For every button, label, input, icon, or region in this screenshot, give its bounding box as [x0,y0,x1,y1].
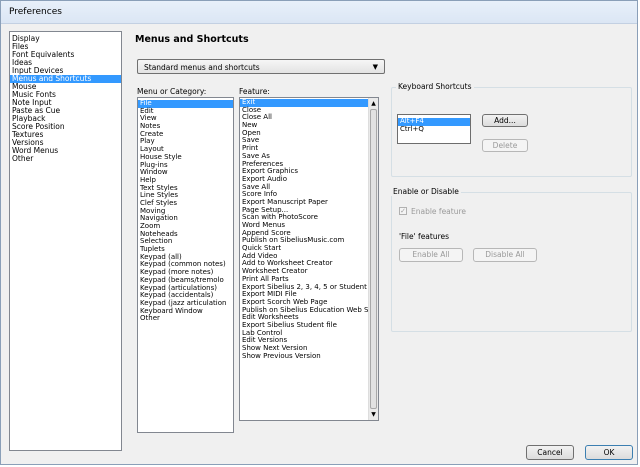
feature-item[interactable]: Save [240,137,369,145]
feature-label: Feature: [239,87,270,96]
menu-category-label: Menu or Category: [137,87,207,96]
feature-list[interactable]: Exit Close Close All New Open Save Print Save A… [239,97,379,421]
feature-item[interactable]: Show Previous Version [240,352,369,361]
shortcut-set-value: Standard menus and shortcuts [144,63,260,72]
ok-button[interactable]: OK [585,445,633,460]
category-list[interactable]: Display Files Font Equivalents Ideas Input D… [9,31,122,451]
category-item[interactable]: Other [10,155,121,163]
menu-category-list[interactable]: File Edit View Notes Create Play Layout House S… [137,97,234,433]
chevron-down-icon: ▼ [372,63,378,71]
feature-item[interactable]: Close All [240,114,369,122]
preferences-window: Preferences Display Files Font Equivalents… [0,0,638,465]
shortcut-set-dropdown[interactable]: Standard menus and shortcuts ▼ [137,59,385,74]
scroll-down-icon[interactable]: ▼ [369,410,378,419]
page-heading: Menus and Shortcuts [135,34,249,45]
scroll-up-icon[interactable]: ▲ [369,99,378,108]
feature-scrollbar[interactable]: ▲ ▼ [368,98,378,420]
shortcut-item[interactable]: Ctrl+Q [398,125,470,134]
enable-all-button[interactable]: Enable All [399,248,463,262]
menu-category-item[interactable]: Other [138,315,233,323]
add-shortcut-button[interactable]: Add... [482,114,528,127]
enable-disable-label: Enable or Disable [391,187,461,196]
enable-disable-group: Enable or Disable ✓ Enable feature 'File… [391,187,632,332]
shortcut-list[interactable]: Alt+F4 Ctrl+Q [397,114,471,144]
feature-item[interactable]: Open [240,129,369,138]
delete-shortcut-button[interactable]: Delete [482,139,528,152]
window-title: Preferences [9,7,62,17]
features-label: 'File' features [399,232,450,241]
cancel-button[interactable]: Cancel [526,445,574,460]
title-bar[interactable]: Preferences [1,1,637,24]
keyboard-shortcuts-group: Keyboard Shortcuts Alt+F4 Ctrl+Q Add... D… [391,82,632,177]
keyboard-shortcuts-label: Keyboard Shortcuts [396,82,474,91]
scroll-thumb[interactable] [370,109,377,409]
enable-feature-label: Enable feature [411,207,467,216]
disable-all-button[interactable]: Disable All [473,248,537,262]
enable-feature-checkbox[interactable]: ✓ [399,207,407,215]
